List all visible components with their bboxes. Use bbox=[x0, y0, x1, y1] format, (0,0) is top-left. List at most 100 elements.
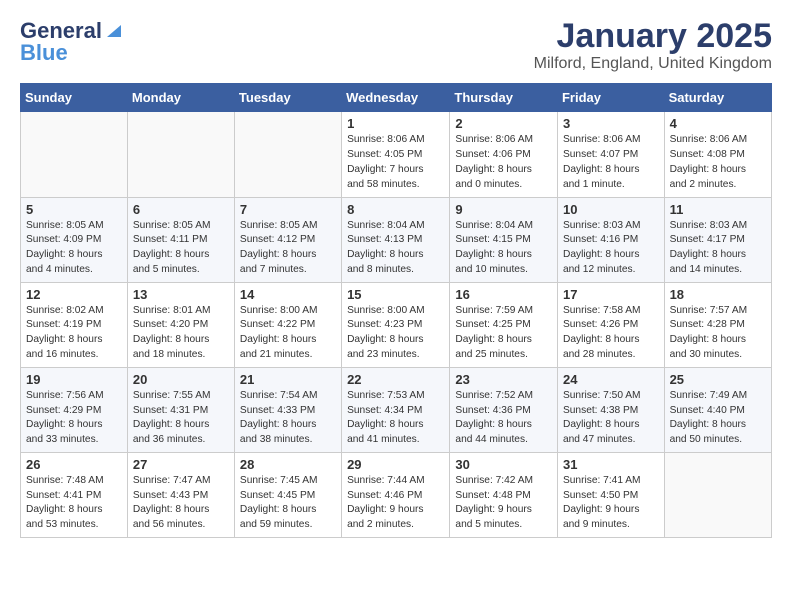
cell-info-text: Sunrise: 7:56 AMSunset: 4:29 PMDaylight:… bbox=[26, 389, 122, 448]
title-block: January 2025 Milford, England, United Ki… bbox=[534, 18, 772, 73]
cell-day-number: 3 bbox=[563, 116, 659, 131]
cell-day-number: 5 bbox=[26, 202, 122, 217]
cell-day-number: 12 bbox=[26, 287, 122, 302]
calendar-cell: 4 Sunrise: 8:06 AMSunset: 4:08 PMDaylight… bbox=[664, 112, 771, 197]
calendar-subtitle: Milford, England, United Kingdom bbox=[534, 55, 772, 73]
cell-info-text: Sunrise: 8:04 AMSunset: 4:15 PMDaylight:… bbox=[455, 219, 552, 278]
cell-info-text: Sunrise: 7:59 AMSunset: 4:25 PMDaylight:… bbox=[455, 304, 552, 363]
cell-info-text: Sunrise: 8:06 AMSunset: 4:08 PMDaylight:… bbox=[670, 133, 766, 192]
cell-day-number: 18 bbox=[670, 287, 766, 302]
calendar-cell: 5 Sunrise: 8:05 AMSunset: 4:09 PMDaylight… bbox=[21, 197, 128, 282]
cell-info-text: Sunrise: 8:03 AMSunset: 4:17 PMDaylight:… bbox=[670, 219, 766, 278]
calendar-cell bbox=[234, 112, 341, 197]
calendar-week-5: 26 Sunrise: 7:48 AMSunset: 4:41 PMDayligh… bbox=[21, 452, 772, 537]
cell-info-text: Sunrise: 7:49 AMSunset: 4:40 PMDaylight:… bbox=[670, 389, 766, 448]
calendar-cell: 2Sunrise: 8:06 AMSunset: 4:06 PMDaylight… bbox=[450, 112, 558, 197]
cell-info-text: Sunrise: 7:57 AMSunset: 4:28 PMDaylight:… bbox=[670, 304, 766, 363]
logo: General Blue bbox=[20, 18, 121, 66]
cell-info-text: Sunrise: 8:05 AMSunset: 4:09 PMDaylight:… bbox=[26, 219, 122, 278]
cell-info-text: Sunrise: 8:00 AMSunset: 4:22 PMDaylight:… bbox=[240, 304, 336, 363]
logo-blue-text: Blue bbox=[20, 40, 68, 66]
cell-day-number: 25 bbox=[670, 372, 766, 387]
calendar-cell bbox=[21, 112, 128, 197]
cell-day-number: 11 bbox=[670, 202, 766, 217]
calendar-cell: 22Sunrise: 7:53 AMSunset: 4:34 PMDayligh… bbox=[342, 367, 450, 452]
cell-info-text: Sunrise: 7:54 AMSunset: 4:33 PMDaylight:… bbox=[240, 389, 336, 448]
cell-info-text: Sunrise: 8:03 AMSunset: 4:16 PMDaylight:… bbox=[563, 219, 659, 278]
cell-day-number: 27 bbox=[133, 457, 229, 472]
calendar-title: January 2025 bbox=[534, 18, 772, 55]
calendar-cell: 25 Sunrise: 7:49 AMSunset: 4:40 PMDayligh… bbox=[664, 367, 771, 452]
calendar-cell: 26 Sunrise: 7:48 AMSunset: 4:41 PMDayligh… bbox=[21, 452, 128, 537]
cell-day-number: 30 bbox=[455, 457, 552, 472]
cell-info-text: Sunrise: 7:50 AMSunset: 4:38 PMDaylight:… bbox=[563, 389, 659, 448]
cell-info-text: Sunrise: 8:05 AMSunset: 4:12 PMDaylight:… bbox=[240, 219, 336, 278]
cell-info-text: Sunrise: 7:47 AMSunset: 4:43 PMDaylight:… bbox=[133, 474, 229, 533]
header-friday: Friday bbox=[557, 84, 664, 112]
header-sunday: Sunday bbox=[21, 84, 128, 112]
cell-day-number: 21 bbox=[240, 372, 336, 387]
calendar-header-row: Sunday Monday Tuesday Wednesday Thursday… bbox=[21, 84, 772, 112]
cell-day-number: 7 bbox=[240, 202, 336, 217]
calendar-cell: 15 Sunrise: 8:00 AMSunset: 4:23 PMDayligh… bbox=[342, 282, 450, 367]
calendar-week-3: 12 Sunrise: 8:02 AMSunset: 4:19 PMDayligh… bbox=[21, 282, 772, 367]
cell-day-number: 28 bbox=[240, 457, 336, 472]
cell-info-text: Sunrise: 8:06 AMSunset: 4:07 PMDaylight:… bbox=[563, 133, 659, 192]
cell-day-number: 15 bbox=[347, 287, 444, 302]
calendar-cell: 9 Sunrise: 8:04 AMSunset: 4:15 PMDaylight… bbox=[450, 197, 558, 282]
cell-day-number: 23 bbox=[455, 372, 552, 387]
cell-info-text: Sunrise: 8:01 AMSunset: 4:20 PMDaylight:… bbox=[133, 304, 229, 363]
calendar-cell: 27 Sunrise: 7:47 AMSunset: 4:43 PMDayligh… bbox=[127, 452, 234, 537]
calendar-cell: 23 Sunrise: 7:52 AMSunset: 4:36 PMDayligh… bbox=[450, 367, 558, 452]
header-wednesday: Wednesday bbox=[342, 84, 450, 112]
cell-day-number: 4 bbox=[670, 116, 766, 131]
cell-day-number: 1 bbox=[347, 116, 444, 131]
calendar-cell: 29Sunrise: 7:44 AMSunset: 4:46 PMDayligh… bbox=[342, 452, 450, 537]
cell-info-text: Sunrise: 8:05 AMSunset: 4:11 PMDaylight:… bbox=[133, 219, 229, 278]
cell-day-number: 17 bbox=[563, 287, 659, 302]
cell-day-number: 29 bbox=[347, 457, 444, 472]
header-saturday: Saturday bbox=[664, 84, 771, 112]
header-thursday: Thursday bbox=[450, 84, 558, 112]
calendar-cell: 11 Sunrise: 8:03 AMSunset: 4:17 PMDayligh… bbox=[664, 197, 771, 282]
calendar-cell: 1 Sunrise: 8:06 AMSunset: 4:05 PMDaylight… bbox=[342, 112, 450, 197]
cell-day-number: 26 bbox=[26, 457, 122, 472]
cell-info-text: Sunrise: 7:45 AMSunset: 4:45 PMDaylight:… bbox=[240, 474, 336, 533]
calendar-cell bbox=[127, 112, 234, 197]
calendar-week-4: 19Sunrise: 7:56 AMSunset: 4:29 PMDayligh… bbox=[21, 367, 772, 452]
page: General Blue January 2025 Milford, Engla… bbox=[0, 0, 792, 548]
calendar-cell: 30Sunrise: 7:42 AMSunset: 4:48 PMDayligh… bbox=[450, 452, 558, 537]
cell-info-text: Sunrise: 8:02 AMSunset: 4:19 PMDaylight:… bbox=[26, 304, 122, 363]
calendar-cell: 6 Sunrise: 8:05 AMSunset: 4:11 PMDaylight… bbox=[127, 197, 234, 282]
calendar-cell: 16 Sunrise: 7:59 AMSunset: 4:25 PMDayligh… bbox=[450, 282, 558, 367]
calendar-cell: 20Sunrise: 7:55 AMSunset: 4:31 PMDayligh… bbox=[127, 367, 234, 452]
calendar-cell: 28 Sunrise: 7:45 AMSunset: 4:45 PMDayligh… bbox=[234, 452, 341, 537]
cell-info-text: Sunrise: 8:06 AMSunset: 4:05 PMDaylight:… bbox=[347, 133, 444, 192]
cell-info-text: Sunrise: 7:48 AMSunset: 4:41 PMDaylight:… bbox=[26, 474, 122, 533]
cell-day-number: 10 bbox=[563, 202, 659, 217]
calendar-cell: 19Sunrise: 7:56 AMSunset: 4:29 PMDayligh… bbox=[21, 367, 128, 452]
calendar-cell: 3 Sunrise: 8:06 AMSunset: 4:07 PMDaylight… bbox=[557, 112, 664, 197]
calendar-cell: 14 Sunrise: 8:00 AMSunset: 4:22 PMDayligh… bbox=[234, 282, 341, 367]
cell-day-number: 6 bbox=[133, 202, 229, 217]
cell-day-number: 31 bbox=[563, 457, 659, 472]
cell-day-number: 2 bbox=[455, 116, 552, 131]
cell-day-number: 16 bbox=[455, 287, 552, 302]
cell-day-number: 13 bbox=[133, 287, 229, 302]
calendar-cell: 31Sunrise: 7:41 AMSunset: 4:50 PMDayligh… bbox=[557, 452, 664, 537]
calendar-week-2: 5 Sunrise: 8:05 AMSunset: 4:09 PMDaylight… bbox=[21, 197, 772, 282]
cell-day-number: 9 bbox=[455, 202, 552, 217]
calendar-cell: 17Sunrise: 7:58 AMSunset: 4:26 PMDayligh… bbox=[557, 282, 664, 367]
cell-day-number: 20 bbox=[133, 372, 229, 387]
calendar-wrapper: Sunday Monday Tuesday Wednesday Thursday… bbox=[0, 83, 792, 548]
calendar-cell: 7 Sunrise: 8:05 AMSunset: 4:12 PMDaylight… bbox=[234, 197, 341, 282]
cell-info-text: Sunrise: 8:00 AMSunset: 4:23 PMDaylight:… bbox=[347, 304, 444, 363]
cell-day-number: 14 bbox=[240, 287, 336, 302]
calendar-cell: 21 Sunrise: 7:54 AMSunset: 4:33 PMDayligh… bbox=[234, 367, 341, 452]
calendar-week-1: 1 Sunrise: 8:06 AMSunset: 4:05 PMDaylight… bbox=[21, 112, 772, 197]
cell-info-text: Sunrise: 7:52 AMSunset: 4:36 PMDaylight:… bbox=[455, 389, 552, 448]
calendar-cell: 18 Sunrise: 7:57 AMSunset: 4:28 PMDayligh… bbox=[664, 282, 771, 367]
calendar-cell: 12 Sunrise: 8:02 AMSunset: 4:19 PMDayligh… bbox=[21, 282, 128, 367]
cell-day-number: 24 bbox=[563, 372, 659, 387]
calendar-table: Sunday Monday Tuesday Wednesday Thursday… bbox=[20, 83, 772, 538]
